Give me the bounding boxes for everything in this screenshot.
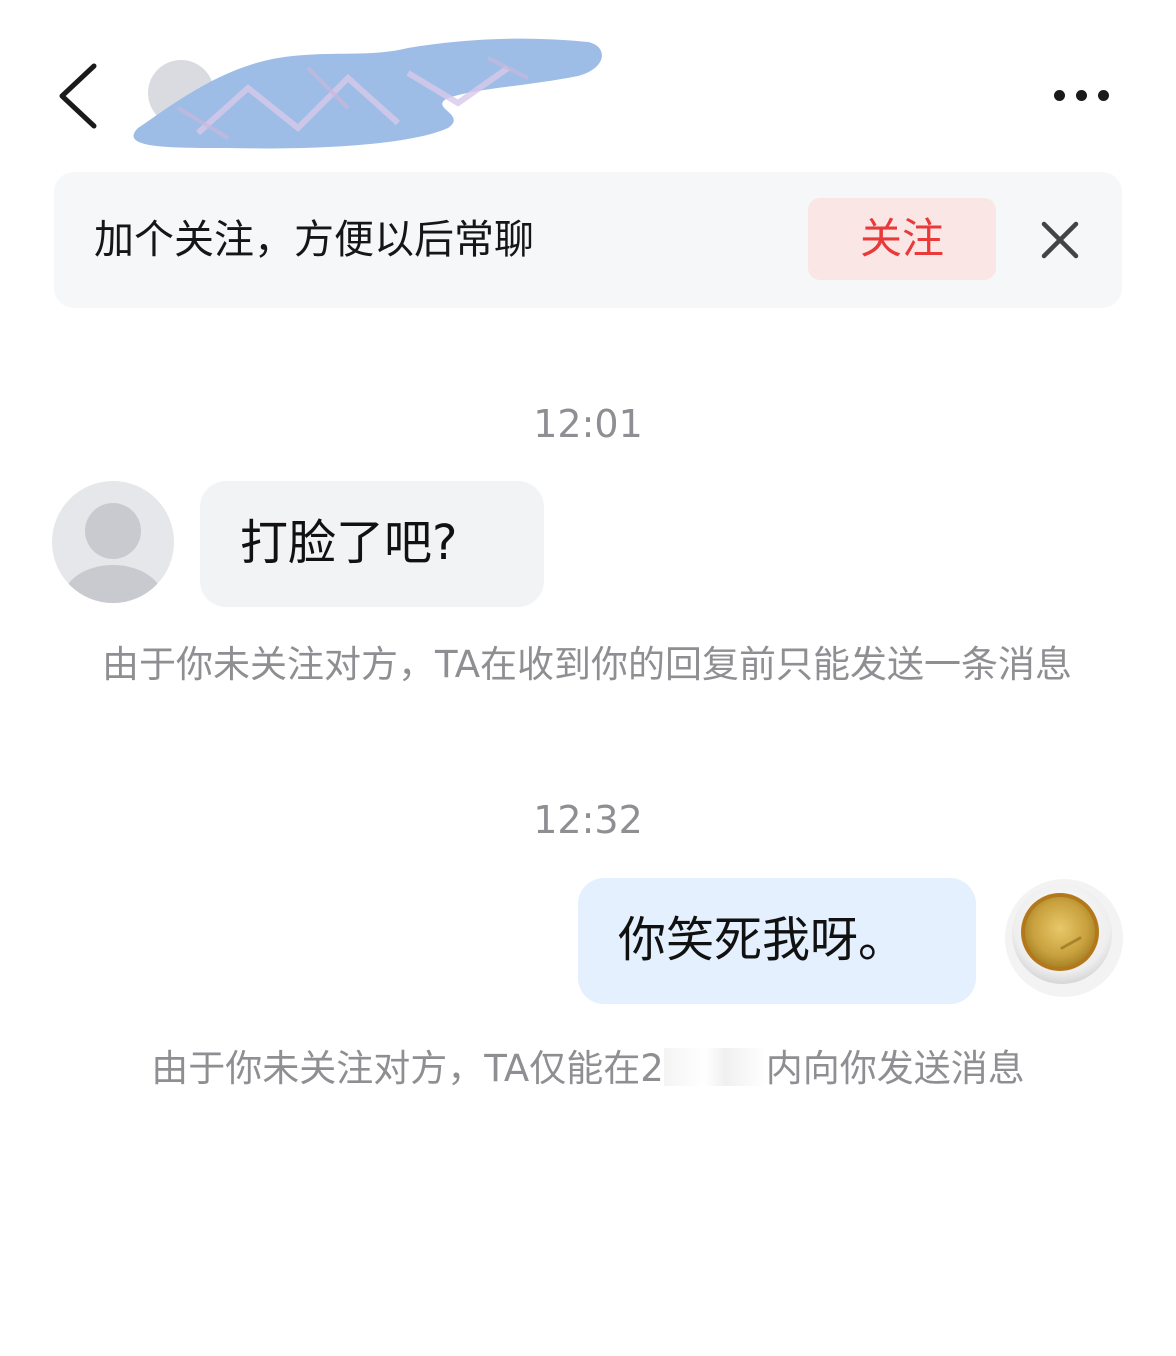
redacted-duration	[663, 1048, 766, 1086]
my-avatar[interactable]	[1004, 878, 1124, 998]
more-dots-icon	[1054, 90, 1065, 101]
message-window-notice: 由于你未关注对方，TA仅能在2 内向你发送消息	[0, 1046, 1176, 1092]
default-user-icon	[63, 503, 163, 603]
chevron-left-icon	[59, 63, 97, 129]
follow-prompt-text: 加个关注，方便以后常聊	[94, 217, 534, 263]
message-timestamp: 12:32	[533, 798, 643, 842]
message-text: 打脸了吧?	[240, 515, 458, 571]
follow-prompt-banner: 加个关注，方便以后常聊 关注	[54, 172, 1122, 308]
notice-suffix: 内向你发送消息	[765, 1047, 1025, 1090]
more-dot	[1098, 90, 1109, 101]
follow-button[interactable]: 关注	[808, 198, 996, 280]
close-banner-button[interactable]	[1034, 214, 1086, 266]
contact-name-redaction	[133, 38, 602, 149]
close-icon	[1041, 221, 1079, 259]
more-dot	[1076, 90, 1087, 101]
back-button[interactable]	[52, 58, 108, 134]
tea-cup-avatar-icon	[1005, 879, 1123, 997]
message-limit-notice: 由于你未关注对方，TA在收到你的回复前只能发送一条消息	[102, 643, 1073, 686]
message-timestamp: 12:01	[533, 402, 643, 446]
outgoing-message-bubble[interactable]: 你笑死我呀。	[578, 878, 976, 1004]
chat-header	[0, 0, 1176, 170]
incoming-message-bubble[interactable]: 打脸了吧?	[200, 481, 544, 607]
notice-prefix: 由于你未关注对方，TA仅能在2	[151, 1047, 664, 1090]
message-text: 你笑死我呀。	[618, 912, 907, 968]
more-button[interactable]	[1046, 84, 1118, 108]
sender-avatar[interactable]	[52, 481, 174, 603]
